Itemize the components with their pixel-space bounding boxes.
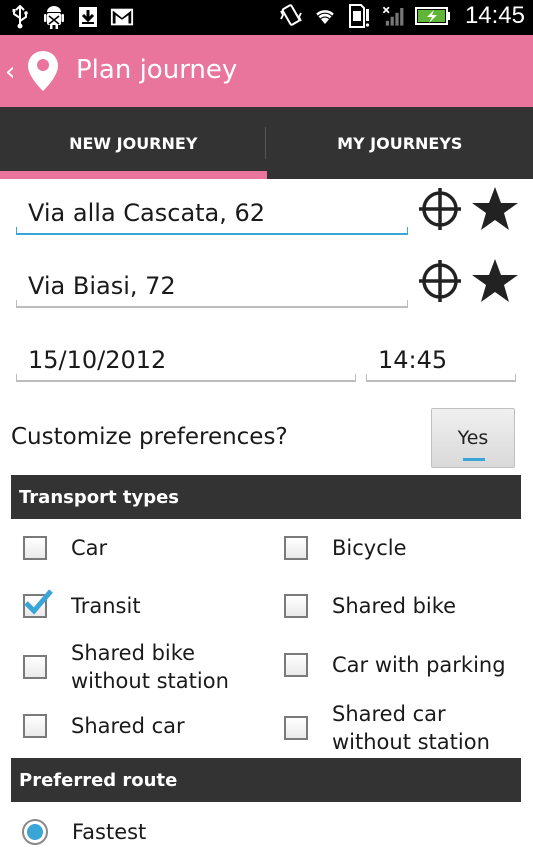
time-field[interactable]: 14:45	[366, 332, 516, 382]
time-value: 14:45	[378, 346, 448, 374]
transport-types-header: Transport types	[11, 475, 521, 519]
usb-icon	[8, 4, 32, 30]
android-debug-icon	[42, 4, 66, 30]
option-label: Bicycle	[332, 536, 407, 560]
location-pin-icon[interactable]	[25, 49, 61, 93]
checkbox[interactable]	[23, 655, 47, 679]
preferences-toggle-button[interactable]: Yes	[431, 408, 515, 468]
from-favorite-button[interactable]	[471, 187, 519, 235]
option-label: Car	[71, 536, 108, 560]
preferred-route-header: Preferred route	[11, 758, 521, 802]
option-label-line1: Shared bike	[71, 641, 196, 665]
checkbox[interactable]	[284, 653, 308, 677]
option-label: Shared bike	[332, 594, 457, 618]
star-icon	[471, 185, 519, 237]
from-field-underline	[16, 227, 408, 235]
status-bar: 14:45	[0, 0, 533, 35]
checkbox-checked[interactable]	[23, 589, 53, 618]
option-car[interactable]: Car	[23, 534, 107, 562]
option-shared-car[interactable]: Shared car	[23, 712, 185, 740]
checkmark-icon	[23, 588, 53, 622]
tab-bar: NEW JOURNEY MY JOURNEYS	[0, 107, 533, 179]
vibrate-icon	[279, 3, 303, 29]
option-shared-car-without-station[interactable]: Shared car without station	[284, 700, 490, 756]
option-label: Shared car	[71, 714, 185, 738]
checkbox[interactable]	[23, 714, 47, 738]
date-field-underline	[16, 374, 356, 382]
route-option-fastest[interactable]: Fastest	[22, 818, 146, 846]
action-bar: ‹ Plan journey	[0, 35, 533, 107]
from-gps-button[interactable]	[416, 187, 464, 235]
option-shared-bike-without-station[interactable]: Shared bike without station	[23, 639, 229, 695]
option-label: Car with parking	[332, 653, 506, 677]
to-address-value: Via Biasi, 72	[28, 272, 176, 300]
from-address-value: Via alla Cascata, 62	[28, 199, 266, 227]
option-label: Transit	[71, 594, 141, 618]
option-transit[interactable]: Transit	[23, 589, 141, 620]
to-field-underline	[16, 300, 408, 308]
gmail-icon	[110, 4, 134, 30]
tab-new-journey[interactable]: NEW JOURNEY	[0, 107, 267, 179]
checkbox[interactable]	[284, 536, 308, 560]
crosshair-icon	[416, 185, 464, 237]
radio-button-selected[interactable]	[22, 819, 48, 845]
chevron-left-icon[interactable]: ‹	[5, 57, 15, 87]
checkbox[interactable]	[284, 716, 308, 740]
date-value: 15/10/2012	[28, 346, 167, 374]
battery-charging-icon	[414, 3, 451, 29]
option-car-with-parking[interactable]: Car with parking	[284, 651, 506, 679]
download-icon	[76, 4, 100, 30]
option-label-line2: without station	[332, 730, 490, 754]
clock-time: 14:45	[464, 2, 525, 29]
sd-card-icon	[347, 3, 371, 29]
toggle-indicator	[463, 458, 485, 461]
option-label: Shared car without station	[332, 700, 490, 756]
option-label: Shared bike without station	[71, 639, 229, 695]
time-field-underline	[366, 374, 516, 382]
to-gps-button[interactable]	[416, 259, 464, 307]
from-address-field[interactable]: Via alla Cascata, 62	[16, 185, 408, 235]
toggle-label: Yes	[457, 427, 489, 449]
page-title: Plan journey	[76, 55, 238, 85]
wifi-icon	[313, 3, 337, 29]
crosshair-icon	[416, 257, 464, 309]
checkbox[interactable]	[284, 594, 308, 618]
star-icon	[471, 257, 519, 309]
option-label-line1: Shared car	[332, 702, 446, 726]
signal-icon	[381, 3, 405, 29]
customize-preferences-label: Customize preferences?	[11, 424, 288, 450]
to-favorite-button[interactable]	[471, 259, 519, 307]
option-bicycle[interactable]: Bicycle	[284, 534, 407, 562]
radio-dot	[27, 824, 43, 840]
date-field[interactable]: 15/10/2012	[16, 332, 356, 382]
tab-divider	[265, 127, 266, 159]
option-label: Fastest	[72, 820, 147, 844]
option-shared-bike[interactable]: Shared bike	[284, 592, 456, 620]
checkbox[interactable]	[23, 536, 47, 560]
tab-my-journeys[interactable]: MY JOURNEYS	[267, 107, 533, 179]
to-address-field[interactable]: Via Biasi, 72	[16, 258, 408, 308]
option-label-line2: without station	[71, 669, 229, 693]
